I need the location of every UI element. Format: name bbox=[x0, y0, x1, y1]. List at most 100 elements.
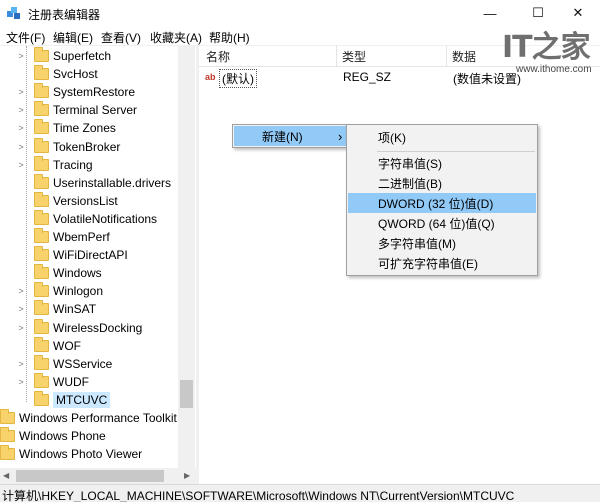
tree-item-label: Windows Phone bbox=[19, 429, 106, 444]
menu-favorites[interactable]: 收藏夹(A) bbox=[150, 29, 202, 46]
folder-icon bbox=[0, 445, 15, 461]
folder-icon bbox=[34, 65, 49, 81]
tree-item[interactable]: WOF bbox=[16, 336, 81, 355]
folder-icon bbox=[34, 354, 49, 370]
tree-item[interactable]: Windows Phone bbox=[0, 427, 106, 445]
folder-icon bbox=[34, 336, 49, 352]
folder-icon bbox=[34, 264, 49, 280]
menu-edit[interactable]: 编辑(E) bbox=[53, 29, 93, 46]
tree-item-label: Userinstallable.drivers bbox=[53, 175, 172, 190]
tree-item[interactable]: > Time Zones bbox=[16, 119, 116, 137]
minimize-button[interactable]: — bbox=[468, 2, 512, 24]
submenu-item-label: 二进制值(B) bbox=[378, 176, 442, 191]
tree-item-label: Superfetch bbox=[53, 49, 112, 63]
context-menu: 新建(N) › bbox=[232, 124, 350, 148]
submenu-item-label: 多字符串值(M) bbox=[378, 236, 456, 251]
folder-icon bbox=[34, 318, 49, 334]
folder-icon bbox=[34, 209, 49, 225]
tree-item[interactable]: Userinstallable.drivers bbox=[16, 173, 172, 192]
maximize-button[interactable]: ☐ bbox=[516, 2, 560, 24]
tree-item[interactable]: > WUDF bbox=[16, 372, 89, 391]
submenu-item-dword[interactable]: DWORD (32 位)值(D) bbox=[348, 193, 536, 213]
folder-icon bbox=[34, 390, 49, 406]
expand-arrow-icon[interactable]: > bbox=[16, 359, 26, 369]
registry-path: 计算机\HKEY_LOCAL_MACHINE\SOFTWARE\Microsof… bbox=[2, 489, 515, 502]
close-button[interactable]: ✕ bbox=[556, 2, 600, 24]
submenu-item-binary[interactable]: 二进制值(B) bbox=[348, 173, 536, 193]
expand-arrow-icon[interactable]: > bbox=[16, 87, 26, 97]
submenu-item-multi-string[interactable]: 多字符串值(M) bbox=[348, 233, 536, 253]
tree-item-label: WiFiDirectAPI bbox=[53, 248, 128, 263]
folder-icon bbox=[34, 300, 49, 316]
expand-arrow-icon[interactable]: > bbox=[16, 304, 26, 314]
tree-item[interactable]: > Tracing bbox=[16, 155, 93, 174]
tree-item-label: Tracing bbox=[53, 157, 93, 172]
tree-item[interactable]: > Winlogon bbox=[16, 282, 103, 300]
tree-item-label: MTCUVC bbox=[53, 391, 111, 408]
submenu-item-label: QWORD (64 位)值(Q) bbox=[378, 216, 495, 231]
tree-item[interactable]: > Superfetch bbox=[16, 47, 111, 65]
tree-item-label: SystemRestore bbox=[53, 85, 136, 100]
expand-arrow-icon[interactable]: > bbox=[16, 51, 26, 61]
tree-item[interactable]: VolatileNotifications bbox=[16, 209, 157, 228]
tree-item[interactable]: SvcHost bbox=[16, 65, 98, 83]
new-submenu: 项(K) 字符串值(S) 二进制值(B) DWORD (32 位)值(D) QW… bbox=[346, 124, 538, 276]
expand-arrow-icon[interactable]: > bbox=[16, 323, 26, 333]
expand-arrow-icon[interactable]: > bbox=[16, 142, 26, 152]
tree-item[interactable]: > WSService bbox=[16, 354, 113, 373]
folder-icon bbox=[34, 101, 49, 117]
scroll-left-icon[interactable]: ◀ bbox=[3, 471, 9, 480]
expand-arrow-icon[interactable]: > bbox=[16, 105, 26, 115]
folder-icon bbox=[34, 47, 49, 62]
column-header-name[interactable]: 名称 bbox=[206, 48, 230, 65]
tree-item-label: WUDF bbox=[53, 374, 89, 389]
tree-item[interactable]: Windows Photo Viewer bbox=[0, 445, 142, 463]
tree-item[interactable]: > Terminal Server bbox=[16, 101, 137, 119]
tree-item[interactable]: WbemPerf bbox=[16, 228, 110, 246]
folder-icon bbox=[34, 372, 49, 388]
menu-help[interactable]: 帮助(H) bbox=[209, 29, 250, 46]
submenu-arrow-icon: › bbox=[338, 129, 343, 144]
tree-item[interactable]: > WirelessDocking bbox=[16, 318, 143, 337]
tree-item[interactable]: > SystemRestore bbox=[16, 83, 135, 101]
menu-view[interactable]: 查看(V) bbox=[101, 29, 141, 46]
watermark: IT之家 www.ithome.com bbox=[502, 22, 594, 82]
tree-item[interactable]: MTCUVC bbox=[16, 390, 111, 409]
tree-item[interactable]: > TokenBroker bbox=[16, 137, 121, 156]
tree-item-label: WOF bbox=[53, 338, 81, 353]
column-header-type[interactable]: 类型 bbox=[342, 48, 366, 65]
tree-item[interactable]: > WinSAT bbox=[16, 300, 96, 318]
expand-arrow-icon[interactable]: > bbox=[16, 123, 26, 133]
expand-arrow-icon[interactable]: > bbox=[16, 377, 26, 387]
column-header-data[interactable]: 数据 bbox=[452, 48, 476, 65]
expand-arrow-icon[interactable]: > bbox=[16, 286, 26, 296]
tree-item-label: WinSAT bbox=[53, 302, 97, 317]
submenu-item-key[interactable]: 项(K) bbox=[348, 127, 536, 147]
scroll-right-icon[interactable]: ▶ bbox=[184, 471, 190, 480]
tree-item[interactable]: VersionsList bbox=[16, 191, 118, 210]
tree-item[interactable]: WiFiDirectAPI bbox=[16, 246, 128, 264]
submenu-item-label: 项(K) bbox=[378, 130, 406, 145]
tree-item-label: WSService bbox=[53, 356, 113, 371]
column-separator[interactable] bbox=[336, 46, 337, 66]
menu-file[interactable]: 文件(F) bbox=[6, 29, 45, 46]
tree-item[interactable]: Windows Performance Toolkit bbox=[0, 409, 177, 427]
tree-item-label: WirelessDocking bbox=[53, 320, 143, 335]
submenu-separator bbox=[377, 151, 535, 152]
tree-item[interactable]: Windows bbox=[16, 264, 102, 282]
tree-vertical-scroll-thumb[interactable] bbox=[180, 380, 193, 408]
submenu-item-string[interactable]: 字符串值(S) bbox=[348, 153, 536, 173]
submenu-item-qword[interactable]: QWORD (64 位)值(Q) bbox=[348, 213, 536, 233]
tree-item-label: Winlogon bbox=[53, 284, 104, 299]
tree-horizontal-scroll-thumb[interactable] bbox=[16, 470, 164, 482]
column-separator[interactable] bbox=[446, 46, 447, 66]
tree-item-label: TokenBroker bbox=[53, 139, 121, 154]
submenu-item-label: 可扩充字符串值(E) bbox=[378, 256, 478, 271]
expand-arrow-icon[interactable]: > bbox=[16, 160, 26, 170]
folder-icon bbox=[34, 155, 49, 171]
status-bar: 计算机\HKEY_LOCAL_MACHINE\SOFTWARE\Microsof… bbox=[0, 484, 600, 502]
registry-tree[interactable]: > Superfetch SvcHost > SystemRestore > Termina… bbox=[0, 46, 196, 468]
value-name-cell[interactable]: (默认) bbox=[219, 69, 257, 88]
context-menu-new[interactable]: 新建(N) › bbox=[234, 126, 348, 146]
submenu-item-expandable-string[interactable]: 可扩充字符串值(E) bbox=[348, 253, 536, 273]
